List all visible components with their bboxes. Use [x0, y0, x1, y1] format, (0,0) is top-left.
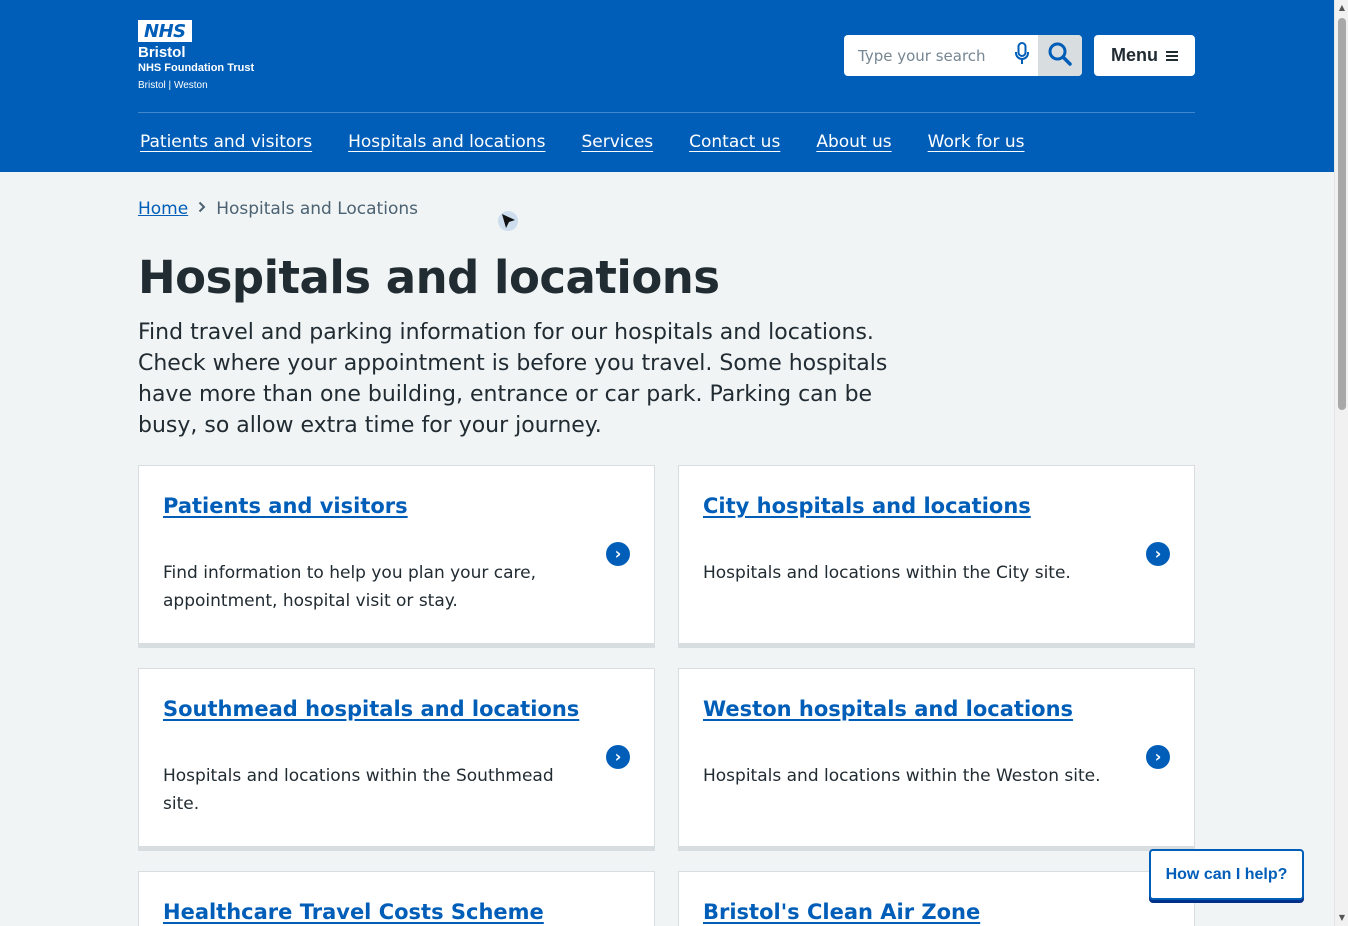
card-description: Hospitals and locations within the South…	[163, 766, 554, 814]
card-southmead-hospitals[interactable]: Southmead hospitals and locations Hospit…	[138, 668, 655, 847]
card-description: Hospitals and locations within the Westo…	[703, 766, 1101, 786]
menu-label: Menu	[1111, 45, 1158, 65]
header-divider	[138, 112, 1195, 113]
nav-contact-us[interactable]: Contact us	[689, 130, 780, 154]
breadcrumb: Home Hospitals and Locations	[138, 198, 418, 220]
card-description: Find information to help you plan your c…	[163, 563, 536, 611]
card-title[interactable]: Healthcare Travel Costs Scheme	[163, 896, 544, 926]
primary-nav: Patients and visitors Hospitals and loca…	[140, 130, 1061, 154]
search-button[interactable]	[1038, 35, 1082, 76]
chevron-right-icon: ›	[606, 542, 630, 566]
card-title[interactable]: Patients and visitors	[163, 490, 408, 522]
nav-hospitals-and-locations[interactable]: Hospitals and locations	[348, 130, 545, 154]
page-intro: Find travel and parking information for …	[138, 320, 888, 438]
search-icon	[1047, 41, 1073, 71]
microphone-icon	[1014, 41, 1030, 70]
site-header: NHS Bristol NHS Foundation Trust Bristol…	[0, 0, 1334, 172]
menu-button[interactable]: Menu	[1094, 35, 1195, 76]
nav-about-us[interactable]: About us	[816, 130, 891, 154]
page-title: Hospitals and locations	[138, 251, 720, 304]
search-box	[844, 35, 1082, 76]
chevron-right-icon: ›	[1146, 542, 1170, 566]
logo-trust-name: NHS Foundation Trust	[138, 62, 255, 74]
card-healthcare-travel-costs[interactable]: Healthcare Travel Costs Scheme	[138, 871, 655, 926]
help-chat-button[interactable]: How can I help?	[1149, 849, 1304, 900]
nhs-logo-text: NHS	[144, 21, 186, 42]
breadcrumb-home[interactable]: Home	[138, 198, 188, 220]
card-patients-and-visitors[interactable]: Patients and visitors Find information t…	[138, 465, 655, 644]
nav-services[interactable]: Services	[581, 130, 653, 154]
nav-work-for-us[interactable]: Work for us	[928, 130, 1025, 154]
card-title[interactable]: Southmead hospitals and locations	[163, 693, 579, 725]
logo-org-name: Bristol	[138, 44, 186, 61]
nhs-bristol-logo[interactable]: NHS Bristol NHS Foundation Trust Bristol…	[138, 20, 268, 96]
card-clean-air-zone[interactable]: Bristol's Clean Air Zone	[678, 871, 1195, 926]
card-title[interactable]: City hospitals and locations	[703, 490, 1031, 522]
nav-patients-and-visitors[interactable]: Patients and visitors	[140, 130, 312, 154]
scroll-down-arrow-icon[interactable]: ▼	[1338, 913, 1346, 923]
voice-search-button[interactable]	[1004, 35, 1040, 76]
search-input[interactable]	[844, 35, 1002, 76]
scrollbar-thumb[interactable]	[1338, 18, 1346, 410]
logo-sites: Bristol | Weston	[138, 80, 208, 91]
card-description: Hospitals and locations within the City …	[703, 563, 1071, 583]
chevron-right-icon: ›	[1146, 745, 1170, 769]
page-scrollbar[interactable]: ▲ ▼	[1334, 0, 1348, 926]
card-weston-hospitals[interactable]: Weston hospitals and locations Hospitals…	[678, 668, 1195, 847]
mouse-cursor-icon	[498, 210, 520, 236]
card-title[interactable]: Weston hospitals and locations	[703, 693, 1073, 725]
chevron-right-icon: ›	[606, 745, 630, 769]
chevron-right-icon	[198, 198, 206, 220]
scroll-up-arrow-icon[interactable]: ▲	[1338, 3, 1346, 13]
nhs-logo-box: NHS	[138, 20, 192, 42]
breadcrumb-current: Hospitals and Locations	[216, 199, 418, 219]
card-title[interactable]: Bristol's Clean Air Zone	[703, 896, 980, 926]
hamburger-icon	[1166, 50, 1178, 61]
card-city-hospitals[interactable]: City hospitals and locations Hospitals a…	[678, 465, 1195, 644]
